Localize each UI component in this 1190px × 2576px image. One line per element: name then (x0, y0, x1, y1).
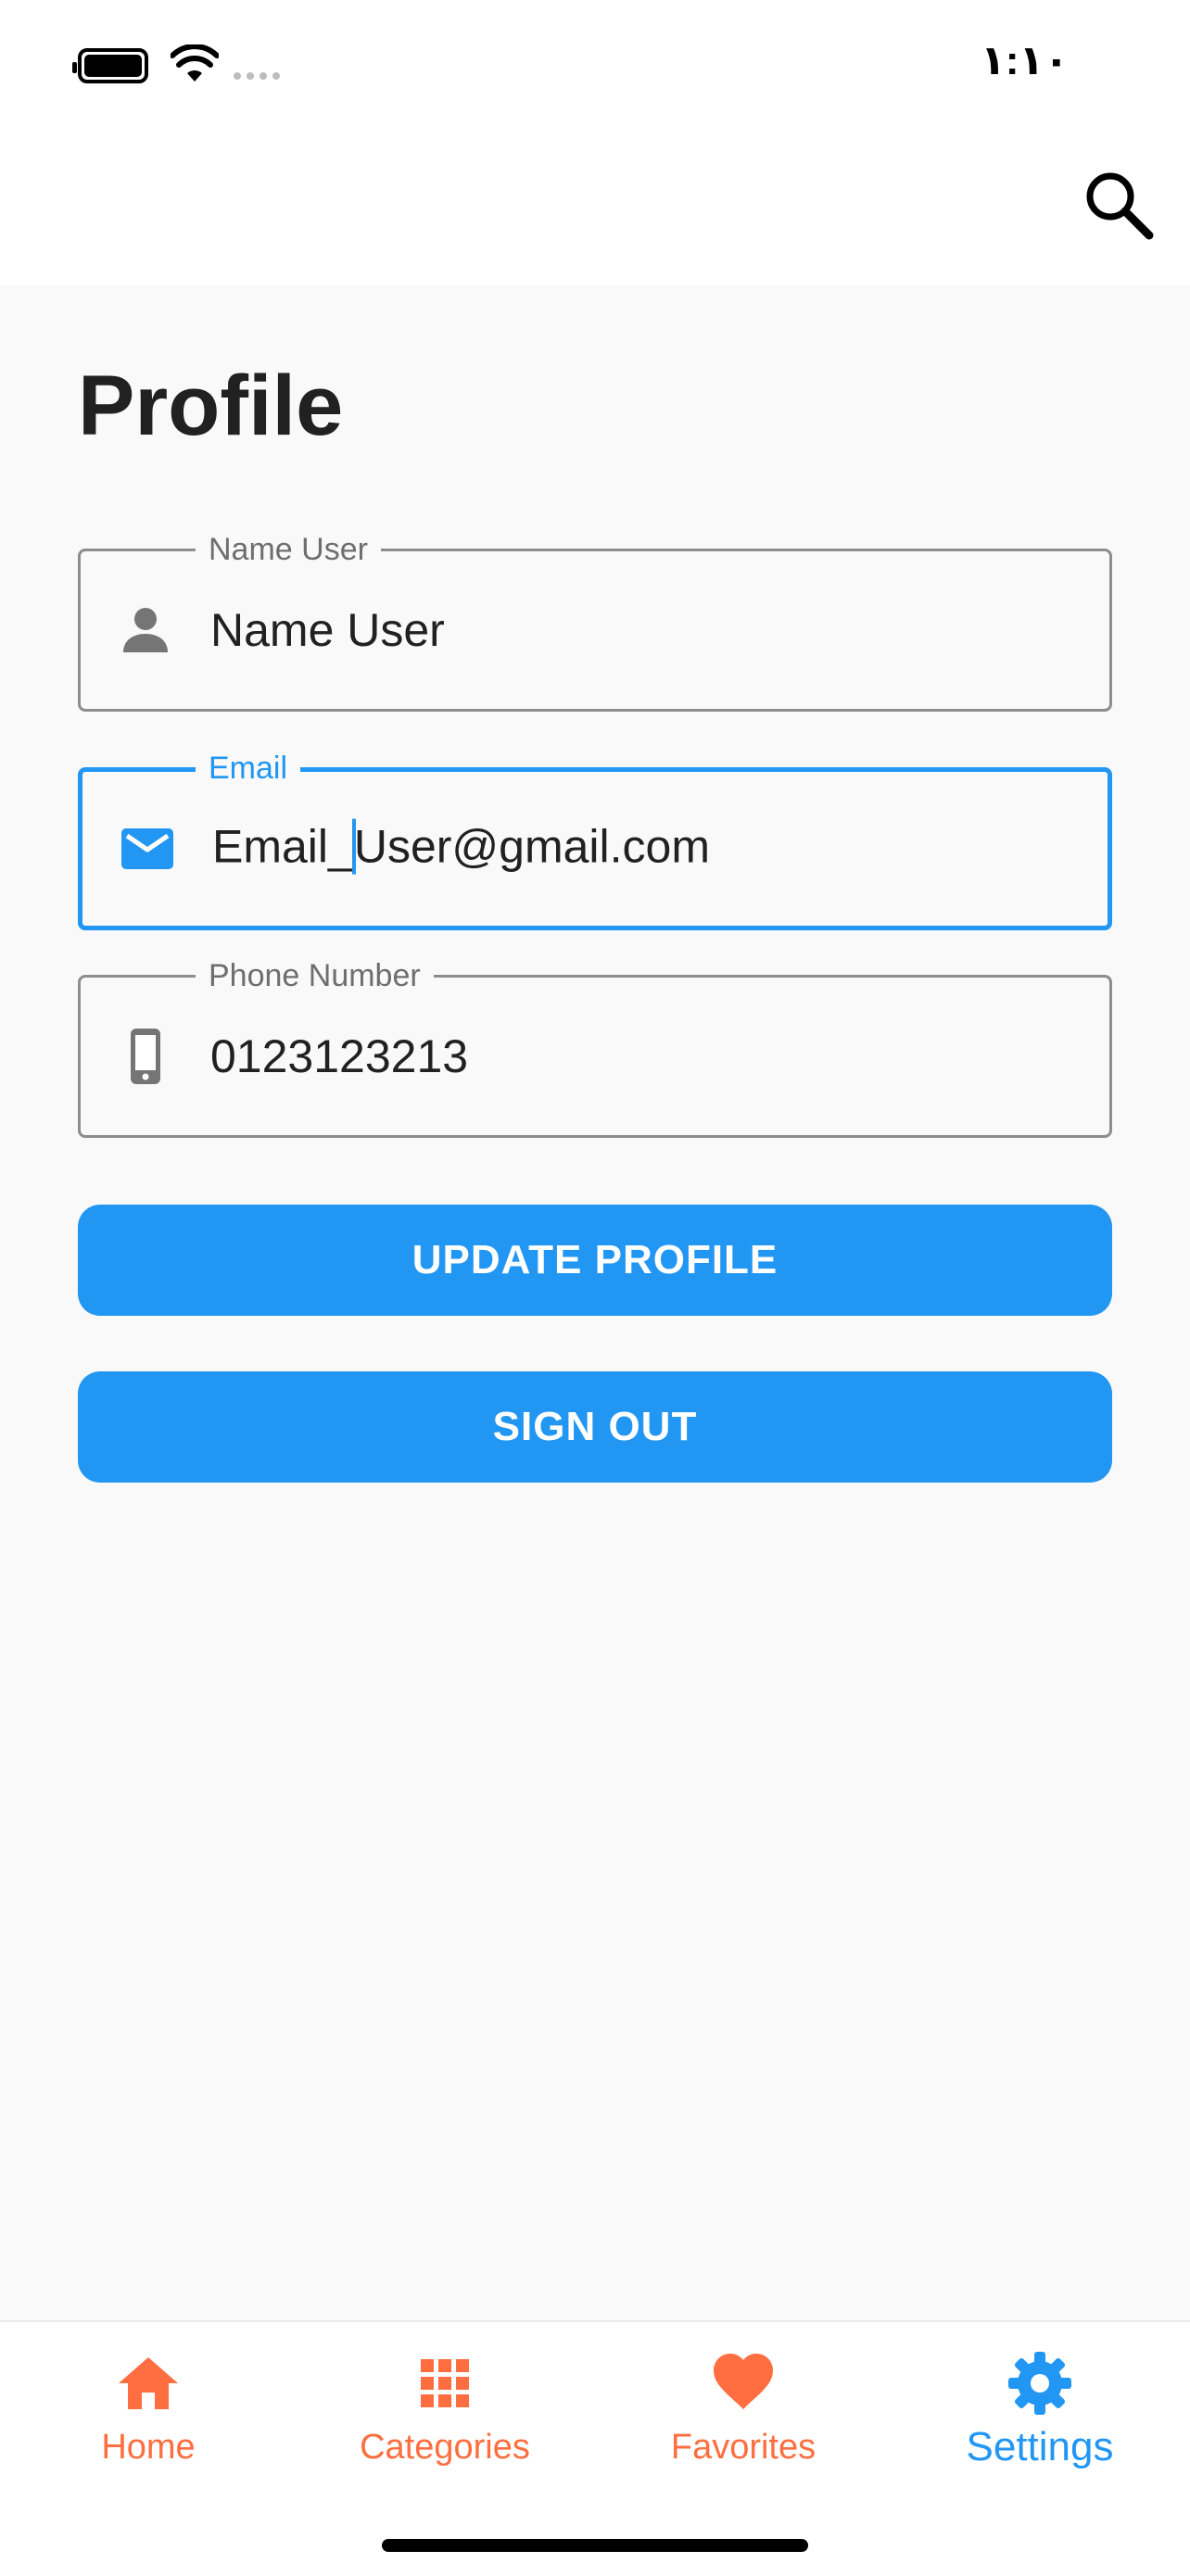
smartphone-icon (131, 1029, 160, 1084)
heart-icon (714, 2354, 773, 2409)
update-profile-button[interactable]: UPDATE PROFILE (78, 1205, 1112, 1316)
email-field[interactable]: Email Email_User@gmail.com (78, 750, 1112, 930)
name-field-label: Name User (196, 531, 381, 568)
phone-input[interactable]: 0123123213 (210, 1029, 468, 1083)
home-icon (119, 2357, 178, 2409)
email-input[interactable]: Email_User@gmail.com (212, 818, 710, 878)
phone-field[interactable]: Phone Number 0123123213 (78, 957, 1112, 1138)
home-indicator (382, 2539, 808, 2552)
cellular-signal-icon (234, 72, 280, 80)
status-time: ١:١٠ (981, 38, 1070, 83)
gear-icon (1008, 2352, 1071, 2415)
search-icon[interactable] (1082, 169, 1157, 243)
nav-label-settings: Settings (966, 2424, 1114, 2469)
nav-label-home: Home (101, 2428, 196, 2467)
nav-item-categories[interactable]: Categories (297, 2350, 593, 2489)
person-icon (123, 608, 168, 652)
nav-item-home[interactable]: Home (0, 2350, 297, 2489)
page-title: Profile (78, 359, 344, 453)
battery-full-icon (72, 48, 148, 83)
name-field[interactable]: Name User Name User (78, 531, 1112, 712)
nav-label-categories: Categories (360, 2428, 530, 2467)
email-text-after-caret: User@gmail.com (353, 820, 710, 873)
bottom-navigation: Home Categories Favorites Settings (0, 2320, 1190, 2576)
email-text-before-caret: Email_ (212, 820, 354, 873)
status-bar: ١:١٠ (0, 0, 1190, 139)
grid-icon (421, 2359, 469, 2407)
nav-label-favorites: Favorites (670, 2428, 817, 2467)
name-input[interactable]: Name User (210, 603, 445, 657)
email-field-label: Email (196, 750, 301, 787)
wifi-icon (171, 44, 219, 82)
mail-icon (121, 828, 173, 869)
sign-out-button[interactable]: SIGN OUT (78, 1371, 1112, 1483)
app-bar (0, 139, 1190, 285)
text-caret (351, 818, 356, 875)
phone-field-label: Phone Number (196, 957, 434, 994)
nav-item-favorites[interactable]: Favorites (595, 2350, 892, 2489)
nav-item-settings[interactable]: Settings (892, 2350, 1188, 2489)
